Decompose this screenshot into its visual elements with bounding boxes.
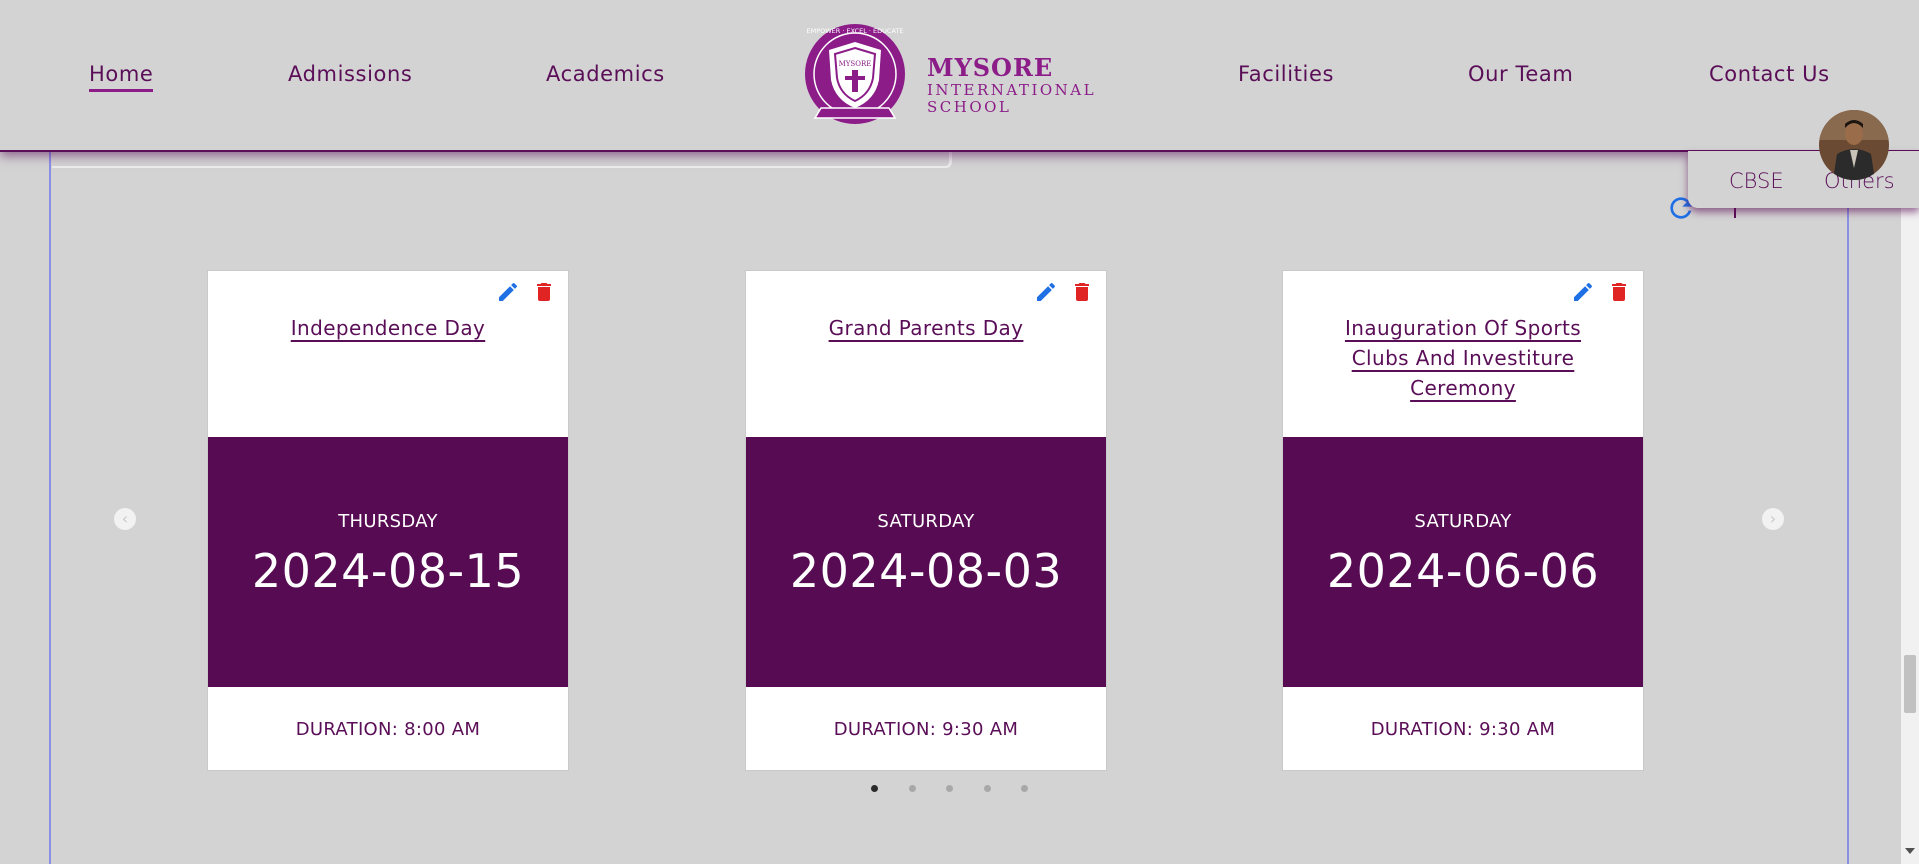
event-card: Grand Parents Day SATURDAY 2024-08-03 DU…: [745, 270, 1107, 771]
user-avatar[interactable]: [1819, 110, 1889, 180]
event-card: Independence Day THURSDAY 2024-08-15 DUR…: [207, 270, 569, 771]
site-header: Home Admissions Academics MYSORE EMPOWER…: [0, 0, 1919, 152]
delete-trash-icon[interactable]: [1070, 280, 1094, 304]
edit-pencil-icon[interactable]: [496, 280, 520, 304]
edit-pencil-icon[interactable]: [1034, 280, 1058, 304]
event-title[interactable]: Grand Parents Day: [786, 313, 1066, 343]
event-title[interactable]: Inauguration Of Sports Clubs And Investi…: [1323, 313, 1603, 403]
event-day: SATURDAY: [877, 511, 975, 532]
chevron-left-icon[interactable]: ‹: [114, 508, 136, 530]
carousel-dot[interactable]: [984, 785, 991, 792]
nav-academics[interactable]: Academics: [546, 62, 665, 86]
school-name-line3: SCHOOL: [927, 98, 1012, 116]
chevron-right-icon[interactable]: ›: [1762, 508, 1784, 530]
school-name[interactable]: MYSORE INTERNATIONAL SCHOOL: [927, 56, 1096, 115]
event-title-link[interactable]: Inauguration Of Sports Clubs And Investi…: [1345, 316, 1581, 400]
event-card: Inauguration Of Sports Clubs And Investi…: [1282, 270, 1644, 771]
nav-admissions[interactable]: Admissions: [288, 62, 412, 86]
svg-text:EMPOWER · EXCEL · EDUCATE: EMPOWER · EXCEL · EDUCATE: [807, 27, 904, 35]
carousel-dot[interactable]: [871, 785, 878, 792]
carousel-dot[interactable]: [946, 785, 953, 792]
event-date-band: THURSDAY 2024-08-15: [208, 437, 568, 687]
user-avatar-photo-icon: [1819, 110, 1889, 180]
card-actions: [1034, 280, 1094, 304]
event-title[interactable]: Independence Day: [248, 313, 528, 343]
school-name-line1: MYSORE: [927, 53, 1054, 82]
nav-contact-us[interactable]: Contact Us: [1709, 62, 1830, 86]
event-title-link[interactable]: Independence Day: [291, 316, 485, 340]
event-duration: DURATION: 9:30 AM: [1370, 719, 1556, 740]
dropdown-item-cbse[interactable]: CBSE: [1729, 169, 1784, 193]
event-date: 2024-08-03: [789, 544, 1063, 598]
panel-top-strip: [52, 150, 952, 168]
delete-trash-icon[interactable]: [1607, 280, 1631, 304]
card-actions: [496, 280, 556, 304]
event-title-link[interactable]: Grand Parents Day: [829, 316, 1024, 340]
event-duration: DURATION: 8:00 AM: [295, 719, 481, 740]
scrollbar-thumb[interactable]: [1904, 655, 1916, 713]
carousel-dot[interactable]: [1021, 785, 1028, 792]
school-crest-icon: MYSORE EMPOWER · EXCEL · EDUCATE: [805, 24, 905, 124]
delete-trash-icon[interactable]: [532, 280, 556, 304]
nav-our-team[interactable]: Our Team: [1468, 62, 1573, 86]
event-date-band: SATURDAY 2024-08-03: [746, 437, 1106, 687]
school-name-line2: INTERNATIONAL: [927, 81, 1097, 99]
event-date: 2024-06-06: [1326, 544, 1600, 598]
toolbar-mark: [1734, 208, 1736, 218]
event-day: THURSDAY: [338, 511, 438, 532]
nav-facilities[interactable]: Facilities: [1238, 62, 1334, 86]
svg-text:MYSORE: MYSORE: [839, 60, 872, 68]
edit-pencil-icon[interactable]: [1571, 280, 1595, 304]
carousel-dot[interactable]: [909, 785, 916, 792]
event-duration: DURATION: 9:30 AM: [833, 719, 1019, 740]
scroll-down-arrow-icon[interactable]: [1905, 848, 1915, 854]
card-actions: [1571, 280, 1631, 304]
nav-home[interactable]: Home: [89, 62, 154, 92]
event-day: SATURDAY: [1414, 511, 1512, 532]
event-date: 2024-08-15: [251, 544, 525, 598]
event-date-band: SATURDAY 2024-06-06: [1283, 437, 1643, 687]
